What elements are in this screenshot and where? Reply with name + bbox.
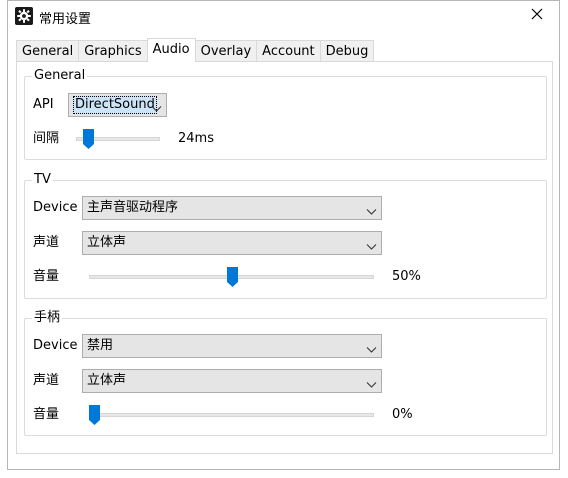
close-button[interactable] xyxy=(515,1,559,31)
tv-device-value: 主声音驱动程序 xyxy=(87,200,179,215)
controller-volume-value: 0% xyxy=(392,407,413,422)
controller-volume-label: 音量 xyxy=(33,407,60,422)
tab-general[interactable]: General xyxy=(16,40,80,62)
tab-overlay[interactable]: Overlay xyxy=(194,40,258,62)
tab-audio[interactable]: Audio xyxy=(146,38,196,62)
close-icon xyxy=(531,8,543,24)
tv-device-select[interactable]: 主声音驱动程序 xyxy=(82,196,382,220)
tv-volume-slider[interactable] xyxy=(89,267,374,287)
chevron-down-icon xyxy=(366,376,377,388)
chevron-down-icon xyxy=(366,238,377,250)
controller-channel-value: 立体声 xyxy=(87,373,127,388)
controller-device-label: Device xyxy=(33,338,78,353)
tab-account[interactable]: Account xyxy=(256,40,321,62)
controller-channel-select[interactable]: 立体声 xyxy=(82,369,382,393)
interval-label: 间隔 xyxy=(33,131,60,146)
chevron-down-icon xyxy=(366,341,377,353)
controller-volume-slider[interactable] xyxy=(89,405,374,425)
api-select-value: DirectSound xyxy=(73,96,157,114)
tv-group: TV Device 主声音驱动程序 声道 立体声 音量 50% xyxy=(24,172,547,299)
gear-icon xyxy=(15,7,33,25)
tv-volume-value: 50% xyxy=(392,269,421,284)
slider-thumb[interactable] xyxy=(226,267,238,287)
controller-device-select[interactable]: 禁用 xyxy=(82,334,382,358)
interval-slider[interactable] xyxy=(76,129,160,149)
tv-device-label: Device xyxy=(33,200,78,215)
controller-group-title: 手柄 xyxy=(32,310,63,326)
tv-channel-select[interactable]: 立体声 xyxy=(82,231,382,255)
tv-channel-label: 声道 xyxy=(33,235,60,250)
chevron-down-icon xyxy=(151,100,162,112)
interval-value: 24ms xyxy=(178,131,214,146)
general-group-title: General xyxy=(32,68,88,84)
window-title: 常用设置 xyxy=(39,12,92,27)
tab-bar: General Graphics Audio Overlay Account D… xyxy=(16,38,375,62)
controller-channel-label: 声道 xyxy=(33,373,60,388)
tv-group-title: TV xyxy=(32,172,53,188)
tab-graphics[interactable]: Graphics xyxy=(78,40,148,62)
title-bar: 常用设置 xyxy=(8,1,559,33)
tv-channel-value: 立体声 xyxy=(87,235,127,250)
tv-volume-label: 音量 xyxy=(33,269,60,284)
controller-group: 手柄 Device 禁用 声道 立体声 音量 0% xyxy=(24,310,547,436)
api-select[interactable]: DirectSound xyxy=(68,93,167,117)
general-group: General API DirectSound 间隔 24ms xyxy=(24,68,547,160)
slider-thumb[interactable] xyxy=(89,405,100,425)
slider-track xyxy=(89,413,374,417)
slider-thumb[interactable] xyxy=(83,129,95,149)
settings-window: 常用设置 General Graphics Audio Overlay Acco… xyxy=(7,0,560,470)
chevron-down-icon xyxy=(366,203,377,215)
tab-debug[interactable]: Debug xyxy=(319,40,375,62)
audio-tab-panel: General API DirectSound 间隔 24ms TV Devic… xyxy=(16,61,553,454)
controller-device-value: 禁用 xyxy=(87,338,114,353)
api-label: API xyxy=(33,97,54,112)
